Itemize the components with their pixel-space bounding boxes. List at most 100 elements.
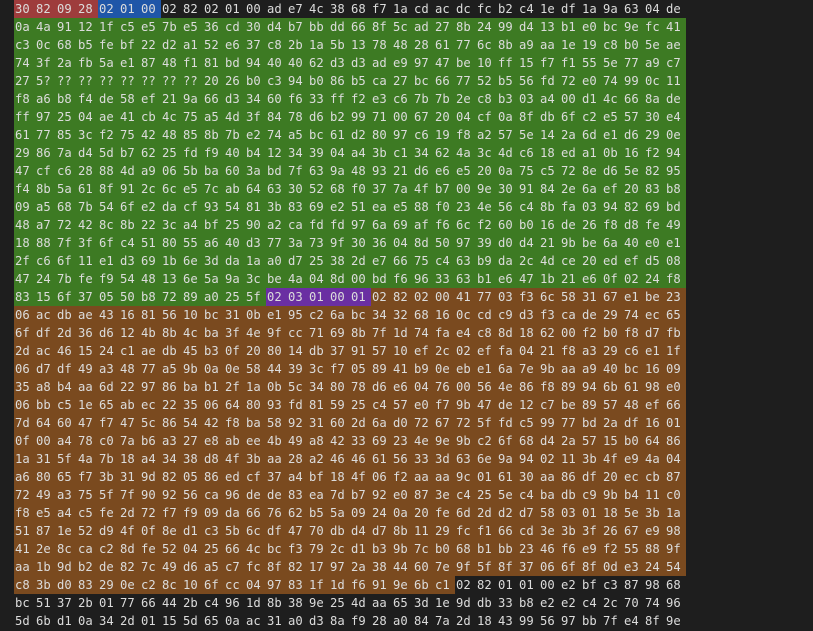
hex-byte[interactable]: 87 [413,486,434,504]
hex-byte[interactable]: 33 [434,270,455,288]
hex-byte[interactable]: 77 [266,234,287,252]
hex-byte[interactable]: 6f [560,558,581,576]
hex-byte[interactable]: c8 [14,576,35,594]
hex-byte[interactable]: 48 [392,36,413,54]
hex-byte[interactable]: 59 [329,396,350,414]
hex-byte[interactable]: ef [644,396,665,414]
hex-byte[interactable]: f7 [434,396,455,414]
hex-byte[interactable]: b1 [203,378,224,396]
hex-byte[interactable]: 06 [161,162,182,180]
hex-byte[interactable]: 04 [329,144,350,162]
hex-byte[interactable]: b1 [476,270,497,288]
hex-byte[interactable]: b8 [56,90,77,108]
hex-byte[interactable]: 61 [14,126,35,144]
hex-byte[interactable]: 6a [329,306,350,324]
hex-byte[interactable]: f2 [350,90,371,108]
hex-byte[interactable]: ac [434,0,455,18]
hex-byte[interactable]: cf [476,108,497,126]
hex-byte[interactable]: c7 [224,558,245,576]
hex-byte[interactable]: 90 [245,216,266,234]
hex-byte[interactable]: cf [35,162,56,180]
hex-byte[interactable]: 38 [182,450,203,468]
hex-byte[interactable]: 9b [182,360,203,378]
hex-byte[interactable]: 64 [224,396,245,414]
hex-byte[interactable]: 0a [224,612,245,630]
hex-byte[interactable]: 68 [56,36,77,54]
hex-byte[interactable]: 04 [413,378,434,396]
hex-byte[interactable]: 0f [602,270,623,288]
hex-byte[interactable]: 21 [161,90,182,108]
hex-byte[interactable]: f7 [371,0,392,18]
hex-byte[interactable]: 49 [665,216,686,234]
hex-byte[interactable]: 75 [77,486,98,504]
hex-byte[interactable]: 37 [371,180,392,198]
hex-byte[interactable]: 96 [224,594,245,612]
hex-byte[interactable]: 9b [455,396,476,414]
hex-byte[interactable]: da [224,504,245,522]
hex-byte[interactable]: fb [665,324,686,342]
hex-byte[interactable]: 02 [413,288,434,306]
hex-byte[interactable]: 67 [623,522,644,540]
hex-byte[interactable]: ef [140,90,161,108]
hex-byte[interactable]: d4 [77,144,98,162]
hex-byte[interactable]: 91 [350,342,371,360]
hex-byte[interactable]: 09 [350,504,371,522]
hex-byte[interactable]: c0 [665,486,686,504]
hex-byte[interactable]: 9a [224,270,245,288]
hex-byte[interactable]: de [665,0,686,18]
hex-byte[interactable]: 63 [266,180,287,198]
hex-byte[interactable]: f7 [539,54,560,72]
hex-byte[interactable]: 35 [182,396,203,414]
hex-byte[interactable]: 72 [161,288,182,306]
hex-byte[interactable]: ca [287,216,308,234]
hex-byte[interactable]: fc [644,18,665,36]
hex-byte[interactable]: bf [203,216,224,234]
hex-byte[interactable]: 8f [266,558,287,576]
hex-byte[interactable]: f0 [350,180,371,198]
hex-byte[interactable]: 91 [518,180,539,198]
hex-byte[interactable]: a5 [35,198,56,216]
hex-byte[interactable]: 2c [434,342,455,360]
hex-byte[interactable]: 6f [98,234,119,252]
hex-byte[interactable]: 0e [224,360,245,378]
hex-byte[interactable]: 2c [329,540,350,558]
hex-byte[interactable]: 20 [623,180,644,198]
hex-byte[interactable]: f1 [560,54,581,72]
hex-byte[interactable]: 80 [161,234,182,252]
hex-byte[interactable]: e4 [665,108,686,126]
hex-byte[interactable]: 04 [308,270,329,288]
hex-byte[interactable]: c5 [77,504,98,522]
hex-byte[interactable]: fb [77,54,98,72]
hex-byte[interactable]: fa [497,342,518,360]
hex-byte[interactable]: b7 [434,180,455,198]
hex-byte[interactable]: 74 [602,72,623,90]
hex-byte[interactable]: d1 [56,612,77,630]
hex-byte[interactable]: 87 [35,522,56,540]
hex-byte[interactable]: 69 [644,198,665,216]
hex-byte[interactable]: 88 [413,198,434,216]
hex-byte[interactable]: 58 [119,90,140,108]
hex-byte[interactable]: 13 [539,18,560,36]
hex-byte[interactable]: e1 [98,252,119,270]
hex-byte[interactable]: 10 [182,576,203,594]
hex-byte[interactable]: 75 [182,108,203,126]
hex-byte[interactable]: ?? [182,72,203,90]
hex-byte[interactable]: 3a [287,234,308,252]
hex-byte[interactable]: 16 [644,360,665,378]
hex-byte[interactable]: 2d [119,504,140,522]
hex-byte[interactable]: 64 [644,432,665,450]
hex-byte[interactable]: 64 [35,414,56,432]
hex-byte[interactable]: 6f [14,324,35,342]
hex-byte[interactable]: 16 [623,144,644,162]
hex-byte[interactable]: 4d [497,144,518,162]
hex-byte[interactable]: e2 [539,594,560,612]
hex-byte[interactable]: 39 [476,234,497,252]
hex-byte[interactable]: 0c [644,72,665,90]
hex-byte[interactable]: de [581,306,602,324]
hex-byte[interactable]: 39 [287,360,308,378]
hex-byte[interactable]: a9 [140,162,161,180]
hex-byte[interactable]: ab [224,432,245,450]
hex-byte[interactable]: 9f [665,540,686,558]
hex-byte[interactable]: d5 [644,252,665,270]
hex-byte[interactable]: 46 [56,342,77,360]
